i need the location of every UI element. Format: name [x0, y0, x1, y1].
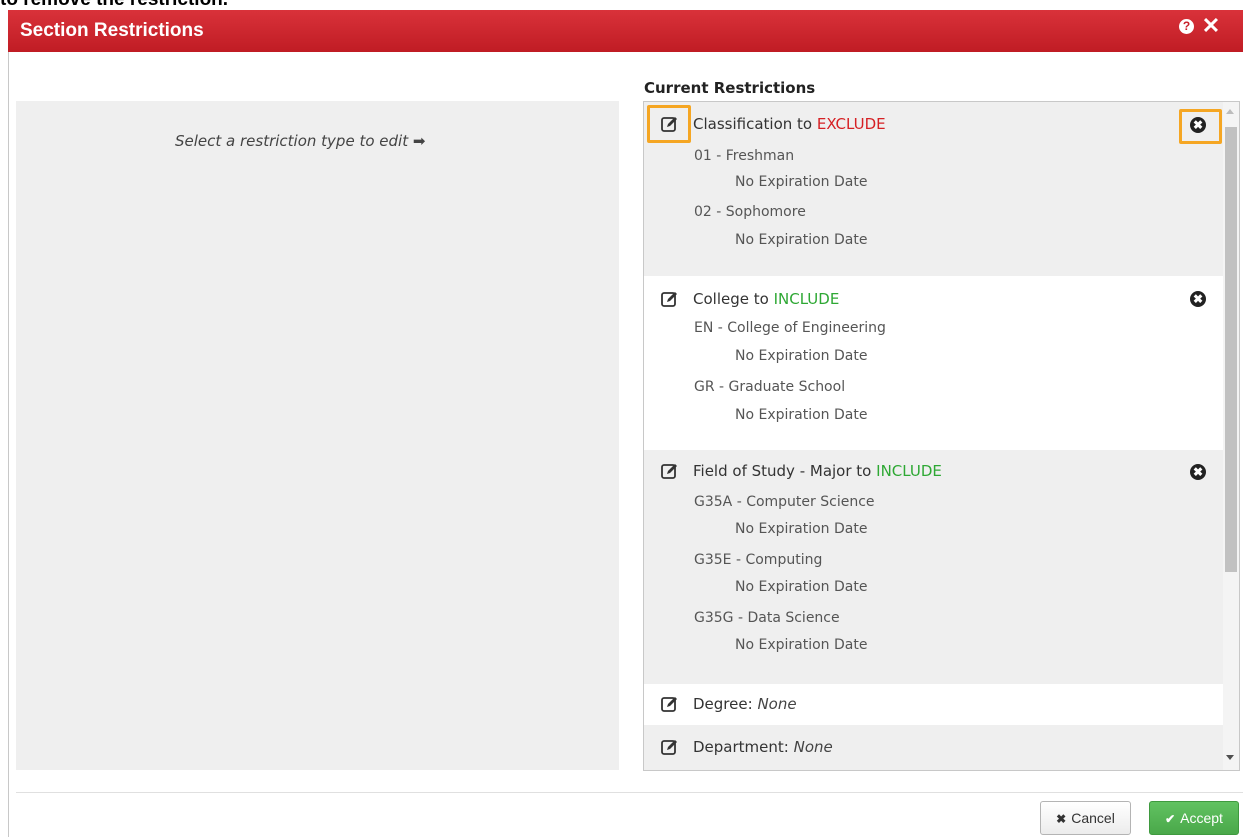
hint-label: Select a restriction type to edit [175, 132, 409, 150]
remove-icon[interactable]: ✖ [1190, 291, 1206, 307]
edit-icon[interactable] [660, 737, 680, 757]
cancel-icon: ✖ [1056, 812, 1067, 826]
current-restrictions-heading: Current Restrictions [644, 79, 816, 97]
page-caption-text: to remove the restriction. [0, 0, 228, 10]
edit-icon[interactable] [660, 461, 680, 481]
accept-button[interactable]: ✔ Accept [1149, 801, 1239, 835]
restriction-label: Degree: [693, 695, 753, 713]
restriction-title: Degree: None [693, 694, 797, 714]
dialog-titlebar: Section Restrictions [8, 10, 1243, 52]
expiration-date: No Expiration Date [735, 348, 868, 364]
checkmark-icon: ✔ [1165, 812, 1176, 826]
remove-icon[interactable]: ✖ [1190, 117, 1206, 133]
restriction-label: Classification to [693, 115, 813, 133]
restriction-none-value: None [793, 738, 833, 756]
page-caption: to remove the restriction. [0, 0, 1243, 10]
accept-label: Accept [1180, 810, 1223, 826]
restriction-value: 01 - Freshman [694, 148, 795, 164]
arrow-right-icon: ➡ [412, 132, 426, 150]
expiration-date: No Expiration Date [735, 174, 868, 190]
restriction-classification: Classification to EXCLUDE ✖ 01 - Freshma… [644, 102, 1224, 276]
restriction-title: College to INCLUDE [693, 289, 839, 309]
expiration-date: No Expiration Date [735, 579, 868, 595]
restriction-title: Department: None [693, 737, 833, 757]
exclude-keyword: EXCLUDE [816, 115, 886, 133]
expiration-date: No Expiration Date [735, 521, 868, 537]
restriction-label: College to [693, 290, 769, 308]
scrollbar-thumb[interactable] [1225, 127, 1237, 572]
current-restrictions-list: Classification to EXCLUDE ✖ 01 - Freshma… [643, 101, 1240, 771]
help-icon[interactable]: ? [1179, 19, 1194, 34]
expiration-date: No Expiration Date [735, 407, 868, 423]
restriction-value: 02 - Sophomore [694, 204, 806, 220]
footer-divider [16, 792, 1243, 793]
restriction-major: Field of Study - Major to INCLUDE ✖ G35A… [644, 450, 1224, 684]
scroll-up-arrow-icon[interactable] [1226, 109, 1234, 114]
restriction-title: Field of Study - Major to INCLUDE [693, 461, 942, 481]
expiration-date: No Expiration Date [735, 232, 868, 248]
include-keyword: INCLUDE [773, 290, 840, 308]
include-keyword: INCLUDE [876, 462, 942, 480]
restriction-editor-panel [16, 101, 619, 770]
restriction-value: G35E - Computing [694, 552, 823, 568]
restriction-value: G35A - Computer Science [694, 494, 875, 510]
restriction-value: EN - College of Engineering [694, 320, 886, 336]
remove-icon[interactable]: ✖ [1190, 464, 1206, 480]
edit-icon[interactable] [660, 694, 680, 714]
restriction-department: Department: None [644, 725, 1224, 770]
edit-icon[interactable] [660, 289, 680, 309]
close-icon[interactable]: ✕ [1200, 13, 1222, 39]
dialog-title: Section Restrictions [20, 20, 204, 41]
restriction-college: College to INCLUDE ✖ EN - College of Eng… [644, 276, 1224, 450]
restriction-label: Field of Study - Major to [693, 462, 872, 480]
cancel-label: Cancel [1071, 810, 1115, 826]
restriction-none-value: None [757, 695, 797, 713]
restriction-title: Classification to EXCLUDE [693, 114, 886, 134]
edit-icon[interactable] [660, 114, 680, 134]
restriction-label: Department: [693, 738, 789, 756]
scroll-down-arrow-icon[interactable] [1226, 755, 1234, 760]
restriction-value: G35G - Data Science [694, 610, 840, 626]
expiration-date: No Expiration Date [735, 637, 868, 653]
restriction-value: GR - Graduate School [694, 379, 846, 395]
restriction-degree: Degree: None [644, 684, 1224, 725]
select-restriction-hint: Select a restriction type to edit ➡ [175, 130, 425, 152]
cancel-button[interactable]: ✖ Cancel [1040, 801, 1131, 835]
